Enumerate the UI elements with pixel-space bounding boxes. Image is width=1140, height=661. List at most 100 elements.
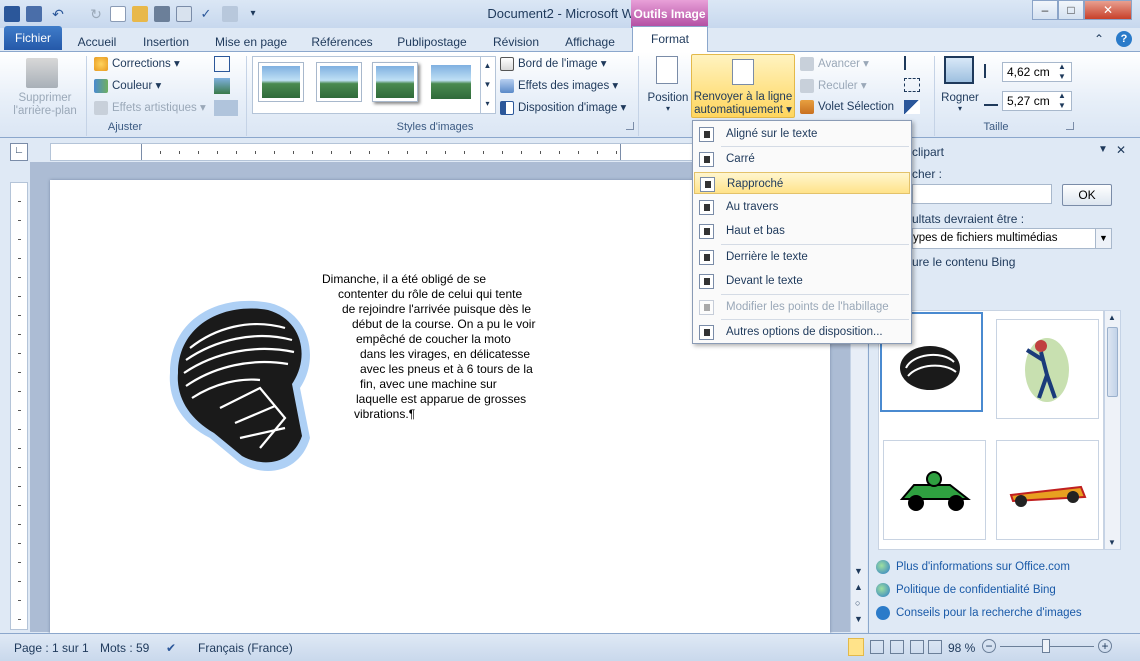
menu-item-haut-bas[interactable]: Haut et bas [694,220,910,242]
style-thumb-2[interactable] [316,62,362,102]
volet-selection-label: Volet Sélection [818,101,895,114]
helmet-clipart-image[interactable] [160,288,320,478]
vertical-ruler[interactable] [10,182,28,630]
volet-selection-button[interactable]: Volet Sélection [800,100,894,114]
avancer-button[interactable]: Avancer ▾ [800,56,869,71]
tab-revision[interactable]: Révision [484,32,548,52]
zoom-level[interactable]: 98 % [948,641,975,655]
menu-item-carre[interactable]: Carré [694,148,910,170]
tab-format[interactable]: Format [632,26,708,52]
scroll-down-arrow[interactable]: ▼ [854,566,863,576]
zoom-in-icon[interactable]: + [1098,639,1112,653]
menu-item-label: Au travers [726,201,779,213]
rogner-button[interactable]: Rogner ▾ [938,92,982,113]
style-thumb-3[interactable] [372,62,418,102]
next-page-icon[interactable]: ▼ [854,614,863,624]
search-input[interactable] [912,184,1052,204]
disposition-image-button[interactable]: Disposition d'image ▾ [500,100,626,115]
remove-background-button[interactable]: Supprimer l'arrière-plan [8,92,82,118]
tab-accueil[interactable]: Accueil [68,32,126,52]
change-picture-icon[interactable] [214,78,230,94]
panel-options-icon[interactable]: ▼ [1098,144,1108,155]
outline-icon[interactable] [910,640,924,654]
styles-dialog-launcher[interactable] [626,122,634,130]
bord-image-button[interactable]: Bord de l'image ▾ [500,56,607,71]
menu-item-label: Modifier les points de l'habillage [726,301,889,313]
minimize-button[interactable]: – [1032,0,1058,20]
position-button[interactable]: Position ▾ [646,92,690,113]
ok-button[interactable]: OK [1062,184,1112,206]
tab-selector[interactable]: ∟ [10,143,28,161]
tab-mise-en-page[interactable]: Mise en page [208,32,294,52]
help-icon[interactable]: ? [1116,31,1132,47]
menu-item-modifier-points[interactable]: Modifier les points de l'habillage [694,296,910,318]
clipart-baseball-player[interactable] [996,319,1099,419]
text-line: Dimanche, il a été obligé de se [322,272,487,286]
link-office-info[interactable]: Plus d'informations sur Office.com [876,560,1070,574]
effets-images-button[interactable]: Effets des images ▾ [500,78,618,93]
wrap-text-icon [732,59,754,85]
link-office-info-label: Plus d'informations sur Office.com [896,561,1070,574]
tab-publipostage[interactable]: Publipostage [388,32,476,52]
style-thumb-4[interactable] [428,62,474,102]
link-search-tips[interactable]: Conseils pour la recherche d'images [876,606,1082,620]
word-count[interactable]: Mots : 59 [100,641,149,655]
media-type-select[interactable]: ypes de fichiers multimédias ▼ [912,228,1112,249]
through-wrap-icon [699,200,714,215]
tab-references[interactable]: Références [304,32,380,52]
size-dialog-launcher[interactable] [1066,122,1074,130]
tab-fichier[interactable]: Fichier [4,26,62,50]
zoom-out-icon[interactable]: − [982,639,996,653]
rotate-icon[interactable] [904,100,920,114]
send-backward-icon [800,78,814,93]
maximize-button[interactable]: □ [1058,0,1084,20]
compress-pictures-icon[interactable] [214,56,230,72]
reset-picture-icon[interactable] [214,100,238,116]
menu-item-devant[interactable]: Devant le texte [694,270,910,292]
text-line: laquelle est apparue de grosses [356,392,527,406]
menu-item-derriere[interactable]: Derrière le texte [694,246,910,268]
proofing-icon[interactable]: ✔ [166,641,176,655]
tab-insertion[interactable]: Insertion [134,32,198,52]
crop-icon [944,56,974,84]
wrap-text-label-2: automatiquement [694,104,783,116]
document-paragraph[interactable]: Dimanche, il a été obligé de se contente… [322,272,562,422]
close-button[interactable]: ✕ [1084,0,1132,20]
disposition-image-label: Disposition d'image [518,102,618,114]
corrections-button[interactable]: Corrections ▾ [94,56,180,71]
page-count[interactable]: Page : 1 sur 1 [14,641,89,655]
web-layout-icon[interactable] [890,640,904,654]
clipart-race-car-green[interactable] [883,440,986,540]
wrap-text-button[interactable]: Renvoyer à la ligne automatiquement ▾ [691,54,795,118]
couleur-button[interactable]: Couleur ▾ [94,78,161,93]
artistic-effects-icon [94,100,108,115]
draft-icon[interactable] [928,640,942,654]
menu-item-rapproche[interactable]: Rapproché [694,172,910,194]
gallery-scroll[interactable]: ▲ ▼ ▾ [480,56,494,114]
style-thumb-1[interactable] [258,62,304,102]
menu-item-aligne[interactable]: Aligné sur le texte [694,123,910,145]
clipart-scroll-thumb[interactable] [1107,327,1118,397]
group-icon[interactable] [904,78,920,92]
print-layout-icon[interactable] [848,638,864,656]
tab-affichage[interactable]: Affichage [556,32,624,52]
align-icon[interactable] [904,56,920,70]
link-bing-privacy[interactable]: Politique de confidentialité Bing [876,583,1056,597]
previous-page-icon[interactable]: ▲ [854,582,863,592]
globe-icon [876,560,890,574]
height-spinner[interactable]: ▲ ▼ [1058,62,1066,82]
clipart-race-car-red[interactable] [996,440,1099,540]
full-screen-icon[interactable] [870,640,884,654]
effets-artistiques-button[interactable]: Effets artistiques ▾ [94,100,206,115]
panel-close-icon[interactable]: ✕ [1116,143,1126,157]
menu-item-au-travers[interactable]: Au travers [694,196,910,218]
zoom-slider-thumb[interactable] [1042,639,1050,653]
results-label: ultats devraient être : [912,212,1025,226]
minimize-ribbon-icon[interactable]: ⌃ [1094,32,1104,46]
width-spinner[interactable]: ▲ ▼ [1058,91,1066,111]
menu-item-autres-options[interactable]: Autres options de disposition... [694,321,910,343]
language[interactable]: Français (France) [198,641,293,655]
reculer-button[interactable]: Reculer ▾ [800,78,867,93]
clipart-scrollbar[interactable]: ▲ ▼ [1104,310,1121,550]
browse-object-icon[interactable]: ○ [855,598,860,608]
